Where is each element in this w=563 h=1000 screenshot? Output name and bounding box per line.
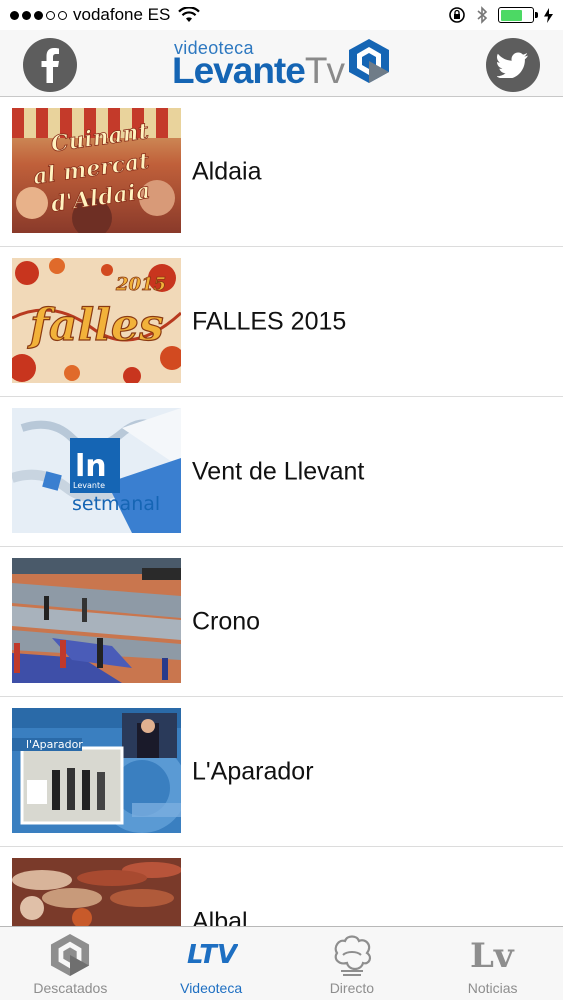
tab-label: Descatados [33, 980, 108, 996]
video-list: Cuinant al mercat d'Aldaia Aldaia falles [0, 97, 563, 926]
svg-text:falles: falles [27, 300, 164, 351]
levante-cube-icon [51, 934, 90, 976]
list-item-title: Vent de Llevant [192, 457, 365, 485]
svg-text:l'Aparador: l'Aparador [26, 738, 83, 751]
list-item-title: Aldaia [192, 157, 262, 185]
tab-videoteca[interactable]: LTV Videoteca [141, 927, 282, 1000]
rotation-lock-icon [449, 7, 465, 23]
thumbnail-falles-2015: falles 2015 [12, 258, 181, 383]
lv-icon: Lv [470, 936, 515, 975]
tab-noticias[interactable]: Lv Noticias [422, 927, 563, 1000]
list-item[interactable]: Cuinant al mercat d'Aldaia Aldaia [0, 97, 563, 247]
tab-directo[interactable]: Directo [282, 927, 423, 1000]
tab-descatados[interactable]: Descatados [0, 927, 141, 1000]
twitter-button[interactable] [486, 38, 540, 92]
list-item[interactable]: l'Aparador L'Aparador [0, 697, 563, 847]
tab-bar: Descatados LTV Videoteca Directo Lv Noti… [0, 926, 563, 1000]
signal-strength-icon [10, 10, 67, 20]
tab-label: Videoteca [180, 980, 243, 996]
thumbnail-crono [12, 558, 181, 683]
svg-text:Levante: Levante [73, 481, 105, 490]
svg-text:2015: 2015 [115, 274, 166, 295]
list-item[interactable]: Albal [0, 847, 563, 926]
tab-label: Noticias [467, 980, 518, 996]
wifi-icon [178, 7, 201, 22]
list-item-title: FALLES 2015 [192, 307, 347, 335]
hands-icon [334, 935, 371, 976]
ltv-icon: LTV [187, 940, 238, 970]
status-bar: vodafone ES [0, 0, 563, 30]
app-header: videoteca LevanteTv [0, 30, 563, 97]
list-item[interactable]: falles 2015 FALLES 2015 [0, 247, 563, 397]
svg-text:setmanal: setmanal [72, 493, 160, 515]
twitter-icon [497, 52, 528, 78]
thumbnail-laparador: l'Aparador [12, 708, 181, 833]
thumbnail-albal [12, 858, 181, 926]
list-item[interactable]: ln Levante setmanal Vent de Llevant [0, 397, 563, 547]
facebook-icon [41, 48, 59, 83]
tab-label: Directo [329, 980, 375, 996]
logo-title: LevanteTv [172, 50, 345, 91]
carrier-name: vodafone ES [73, 5, 171, 24]
bluetooth-icon [477, 6, 488, 24]
list-item-title: Albal [192, 907, 248, 926]
thumbnail-vent-de-llevant: ln Levante setmanal [12, 408, 181, 533]
battery-icon [498, 7, 538, 23]
facebook-button[interactable] [23, 38, 77, 92]
battery-fill [500, 9, 523, 21]
svg-text:LTV: LTV [187, 940, 238, 970]
svg-text:ln: ln [75, 449, 107, 484]
levante-cube-icon [349, 39, 389, 83]
list-item[interactable]: Crono [0, 547, 563, 697]
app-logo: videoteca LevanteTv [172, 36, 392, 94]
list-item-title: L'Aparador [192, 757, 314, 785]
list-item-title: Crono [192, 607, 261, 635]
charging-icon [544, 7, 553, 23]
svg-text:Lv: Lv [470, 936, 515, 975]
thumbnail-aldaia: Cuinant al mercat d'Aldaia [12, 108, 181, 233]
